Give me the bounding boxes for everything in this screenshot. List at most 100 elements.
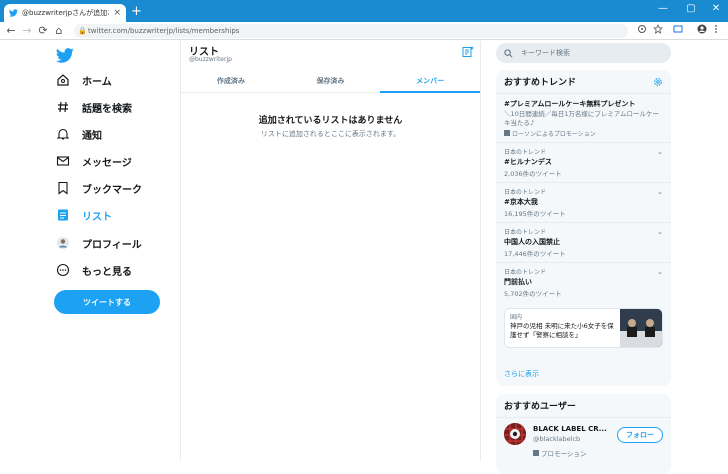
trend-count: 2,036件のツイート [504, 170, 562, 178]
twitter-logo-icon[interactable] [56, 48, 74, 63]
search-placeholder: キーワード検索 [521, 49, 570, 57]
sidebar-item-label: ホーム [82, 76, 112, 88]
trend-name: 門前払い [504, 278, 532, 286]
trends-header: おすすめトレンド [496, 70, 671, 94]
search-icon [504, 48, 513, 57]
who-to-follow-panel: おすすめユーザー BLACK LABEL CR... @blacklabelcb… [496, 394, 671, 474]
chevron-down-icon[interactable]: ⌄ [657, 268, 663, 276]
news-thumbnail [620, 309, 662, 347]
forward-button[interactable]: → [20, 24, 34, 37]
promoted-text: プロモーション [541, 450, 587, 458]
search-input[interactable]: キーワード検索 [496, 43, 671, 63]
news-card[interactable]: 国内 神戸の児相 未明に来た小6女子を保護せず「警察に相談を」 [504, 308, 663, 348]
suggested-user[interactable]: BLACK LABEL CR... @blacklabelcb プロモーション … [504, 423, 664, 458]
sidebar-item-messages[interactable]: メッセージ [56, 151, 132, 171]
trend-name: #プレミアムロールケーキ無料プレゼント [504, 100, 636, 108]
extension-icon[interactable] [673, 24, 683, 34]
sidebar-item-label: メッセージ [82, 157, 132, 169]
lists-tabs: 作成済み 保存済み メンバー [181, 69, 480, 93]
trend-count: 16,195件のツイート [504, 210, 566, 218]
bell-icon [56, 128, 70, 140]
trend-item[interactable]: 日本のトレンド 門前払い 5,702件のツイート ⌄ [496, 263, 671, 302]
address-bar: ← → ⟳ ⌂ 🔒 twitter.com/buzzwriterjp/lists… [0, 22, 728, 40]
trends-title: おすすめトレンド [504, 78, 577, 88]
zoom-icon[interactable] [637, 24, 647, 34]
bookmark-icon [58, 181, 68, 195]
sidebar-item-lists[interactable]: リスト [56, 205, 112, 225]
minimize-button[interactable]: — [655, 3, 671, 14]
trend-count: 17,446件のツイート [504, 250, 566, 258]
lock-icon: 🔒 [78, 27, 87, 35]
trend-item[interactable]: 日本のトレンド 中国人の入国禁止 17,446件のツイート ⌄ [496, 223, 671, 263]
tab-subscribed[interactable]: 保存済み [281, 69, 381, 92]
reload-button[interactable]: ⟳ [36, 24, 50, 37]
close-window-button[interactable]: ✕ [708, 3, 724, 14]
promoted-text: ローソンによるプロモーション [512, 131, 596, 138]
trend-name: 中国人の入国禁止 [504, 238, 560, 246]
hashtag-icon [58, 101, 68, 113]
sidebar-item-label: リスト [82, 211, 112, 223]
trend-item[interactable]: 日本のトレンド #京本大我 16,195件のツイート ⌄ [496, 183, 671, 223]
avatar[interactable] [504, 423, 526, 445]
star-icon[interactable] [653, 24, 663, 34]
profile-icon[interactable] [697, 24, 707, 34]
browser-tab[interactable]: @buzzwriterjpさんが追加されてい... × [4, 4, 126, 22]
users-title: おすすめユーザー [496, 394, 671, 418]
tab-member[interactable]: メンバー [380, 69, 480, 93]
trend-context: 日本のトレンド [504, 149, 547, 156]
empty-state-subtitle: リストに追加されるとここに表示されます。 [260, 130, 401, 138]
user-name: BLACK LABEL CR... [533, 425, 607, 433]
right-column: キーワード検索 おすすめトレンド #プレミアムロールケーキ無料プレゼント ＼10… [481, 41, 728, 474]
chevron-down-icon[interactable]: ⌄ [657, 228, 663, 236]
chevron-down-icon[interactable]: ⌄ [657, 148, 663, 156]
show-more-link[interactable]: さらに表示 [504, 369, 539, 379]
tweet-button[interactable]: ツイートする [54, 290, 160, 314]
sidebar-item-profile[interactable]: プロフィール [56, 233, 142, 253]
tab-owned[interactable]: 作成済み [181, 69, 281, 92]
sidebar-item-more[interactable]: もっと見る [56, 260, 132, 280]
news-category: 国内 [510, 314, 523, 321]
trend-item[interactable]: 日本のトレンド #ヒルナンデス 2,036件のツイート ⌄ [496, 143, 671, 183]
promoted-icon [504, 130, 510, 136]
promoted-icon [533, 450, 539, 456]
trend-description: ＼10日間連続／毎日1万名様にプレミアムロールケーキ当たる♪ [504, 110, 659, 127]
tab-close-icon[interactable]: × [113, 8, 121, 18]
url-text: twitter.com/buzzwriterjp/lists/membershi… [88, 27, 240, 35]
sidebar-item-explore[interactable]: 話題を検索 [56, 97, 132, 117]
news-headline: 神戸の児相 未明に来た小6女子を保護せず「警察に相談を」 [510, 322, 614, 339]
trend-item[interactable]: #プレミアムロールケーキ無料プレゼント ＼10日間連続／毎日1万名様にプレミアム… [496, 94, 671, 143]
trend-context: 日本のトレンド [504, 189, 547, 196]
sidebar-item-home[interactable]: ホーム [56, 70, 112, 90]
left-sidebar: ホーム 話題を検索 通知 メッセージ ブックマーク リスト プロフィール もっと… [0, 41, 181, 460]
main-column: リスト @buzzwriterjp 作成済み 保存済み メンバー 追加されている… [181, 41, 481, 460]
trends-panel: おすすめトレンド #プレミアムロールケーキ無料プレゼント ＼10日間連続／毎日1… [496, 70, 671, 386]
page-handle: @buzzwriterjp [189, 56, 232, 63]
promoted-label: プロモーション [533, 448, 586, 458]
sidebar-item-bookmarks[interactable]: ブックマーク [56, 178, 142, 198]
browser-titlebar: @buzzwriterjpさんが追加されてい... × + — ▢ ✕ [0, 0, 728, 22]
trend-context: 日本のトレンド [504, 269, 547, 276]
url-field[interactable]: 🔒 twitter.com/buzzwriterjp/lists/members… [74, 24, 628, 38]
chevron-down-icon[interactable]: ⌄ [657, 188, 663, 196]
maximize-button[interactable]: ▢ [683, 3, 699, 14]
follow-button[interactable]: フォロー [617, 427, 663, 443]
sidebar-item-label: 話題を検索 [82, 103, 132, 115]
sidebar-item-label: ブックマーク [82, 184, 142, 196]
home-icon [57, 74, 69, 86]
sidebar-item-label: もっと見る [82, 266, 132, 278]
back-button[interactable]: ← [4, 24, 18, 37]
home-button[interactable]: ⌂ [52, 24, 66, 37]
twitter-favicon-icon [9, 9, 18, 17]
new-tab-button[interactable]: + [131, 5, 142, 18]
user-handle: @blacklabelcb [533, 435, 581, 443]
promoted-label: ローソンによるプロモーション [504, 129, 663, 138]
trend-name: #ヒルナンデス [504, 158, 552, 166]
list-icon [58, 209, 68, 221]
new-list-icon[interactable] [462, 46, 474, 58]
empty-state-title: 追加されているリストはありません [258, 116, 403, 126]
gear-icon[interactable] [653, 77, 663, 87]
sidebar-item-notifications[interactable]: 通知 [56, 124, 102, 144]
avatar-icon [57, 237, 69, 249]
kebab-menu-icon[interactable] [713, 24, 719, 34]
trend-context: 日本のトレンド [504, 229, 547, 236]
